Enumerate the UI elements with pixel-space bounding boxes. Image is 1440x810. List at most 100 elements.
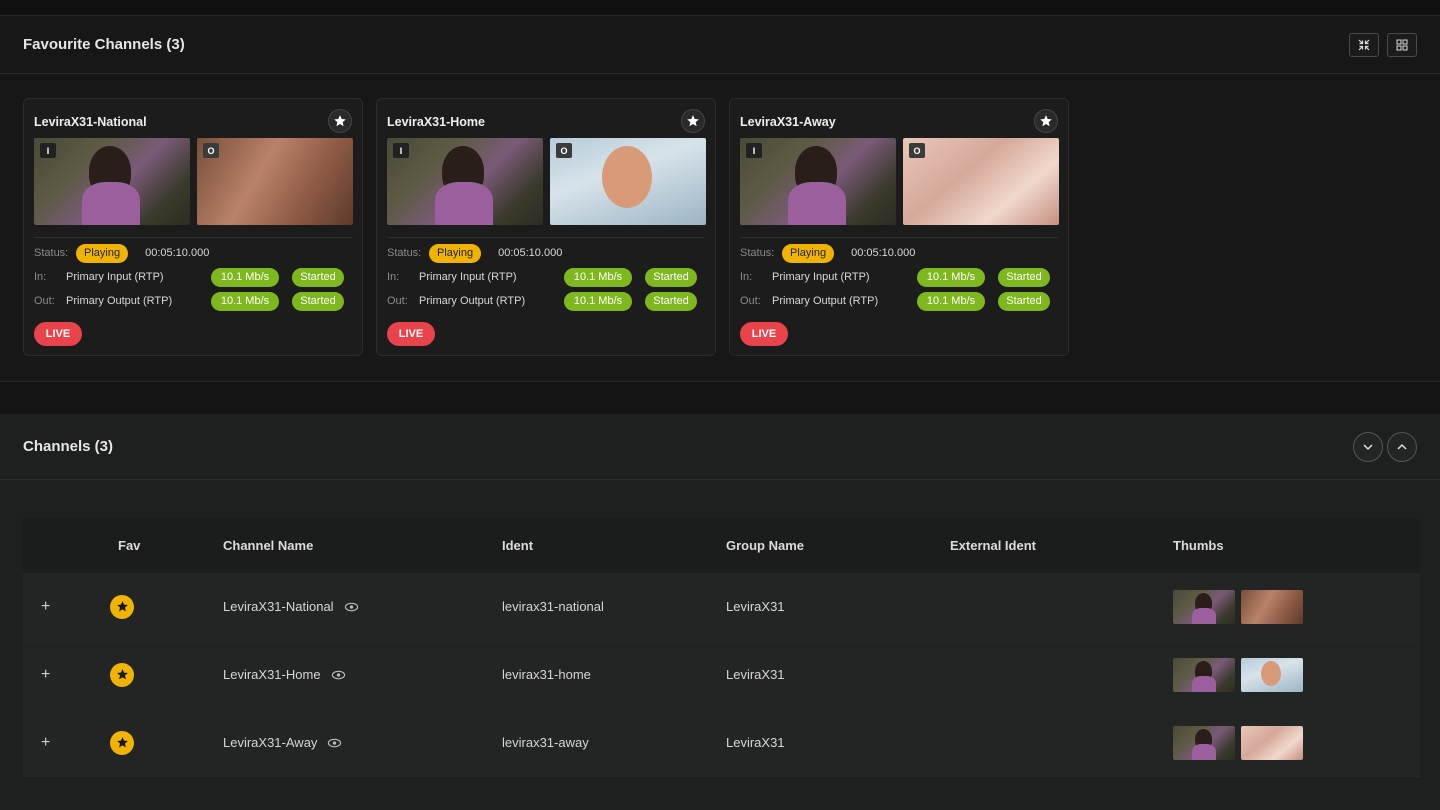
favourite-channels-section: Favourite Channels (3) LeviraX31-Nationa… <box>0 16 1440 382</box>
channels-header-actions <box>1353 431 1417 462</box>
input-mini-thumbnail[interactable] <box>1173 657 1235 692</box>
thumbs-cell <box>1173 709 1309 776</box>
status-row: Status: Playing 00:05:10.000 <box>387 243 705 263</box>
input-row: In: Primary Input (RTP) 10.1 Mb/s Starte… <box>387 267 705 287</box>
star-icon <box>116 669 128 680</box>
output-name: Primary Output (RTP) <box>66 295 173 307</box>
output-badge: O <box>909 143 925 158</box>
channel-card[interactable]: LeviraX31-Home I O Status: Playing 00:05… <box>376 98 716 356</box>
input-thumbnail[interactable]: I <box>740 138 896 225</box>
expand-all-button[interactable] <box>1353 431 1383 462</box>
column-header-channel-name[interactable]: Channel Name <box>223 518 313 573</box>
playback-time: 00:05:10.000 <box>145 247 210 259</box>
output-badge: O <box>203 143 219 158</box>
input-thumbnail[interactable]: I <box>387 138 543 225</box>
expand-row-button[interactable]: + <box>41 573 50 640</box>
live-badge: LIVE <box>387 322 435 346</box>
card-channel-name: LeviraX31-Away <box>740 115 836 129</box>
table-header: Fav Channel Name Ident Group Name Extern… <box>23 518 1420 573</box>
favourite-cards: LeviraX31-National I O Status: Playing 0… <box>23 98 1069 356</box>
thumbs-cell <box>1173 641 1309 708</box>
chevron-up-icon <box>1397 443 1407 450</box>
channels-title: Channels (3) <box>23 438 114 455</box>
favourite-toggle[interactable] <box>110 662 134 687</box>
output-thumbnail[interactable]: O <box>550 138 706 225</box>
output-name: Primary Output (RTP) <box>772 295 879 307</box>
favourite-toggle[interactable] <box>110 594 134 619</box>
channels-section: Channels (3) Fav Channel Name Ident Grou… <box>0 414 1440 810</box>
input-label: In: <box>387 271 400 283</box>
channel-card[interactable]: LeviraX31-National I O Status: Playing 0… <box>23 98 363 356</box>
output-row: Out: Primary Output (RTP) 10.1 Mb/s Star… <box>740 291 1058 311</box>
table-row[interactable]: + LeviraX31-Away levirax31-away LeviraX3… <box>23 709 1420 777</box>
column-header-thumbs[interactable]: Thumbs <box>1173 518 1224 573</box>
channel-name-cell: LeviraX31-National <box>223 573 359 640</box>
favourite-toggle[interactable] <box>110 730 134 755</box>
column-header-fav[interactable]: Fav <box>118 518 140 573</box>
group-name-cell: LeviraX31 <box>726 667 785 682</box>
channel-name[interactable]: LeviraX31-National <box>223 599 334 614</box>
channel-name-cell: LeviraX31-Home <box>223 641 346 708</box>
output-badge: O <box>556 143 572 158</box>
channels-header: Channels (3) <box>0 414 1440 480</box>
input-label: In: <box>740 271 753 283</box>
table-row[interactable]: + LeviraX31-National levirax31-national … <box>23 573 1420 641</box>
input-rate-badge: 10.1 Mb/s <box>917 267 985 287</box>
collapse-all-button[interactable] <box>1387 431 1417 462</box>
input-mini-thumbnail[interactable] <box>1173 589 1235 624</box>
expand-row-button[interactable]: + <box>41 641 50 708</box>
output-row: Out: Primary Output (RTP) 10.1 Mb/s Star… <box>34 291 352 311</box>
output-thumbnail[interactable]: O <box>903 138 1059 225</box>
status-label: Status: <box>34 247 69 259</box>
channel-name[interactable]: LeviraX31-Home <box>223 667 321 682</box>
card-thumbnails: I O <box>740 138 1059 225</box>
column-header-group-name[interactable]: Group Name <box>726 518 804 573</box>
collapse-view-button[interactable] <box>1349 32 1379 57</box>
column-header-ident[interactable]: Ident <box>502 518 533 573</box>
channel-card[interactable]: LeviraX31-Away I O Status: Playing 00:05… <box>729 98 1069 356</box>
card-thumbnails: I O <box>387 138 706 225</box>
status-row: Status: Playing 00:05:10.000 <box>740 243 1058 263</box>
star-icon <box>116 737 128 748</box>
unfavourite-button[interactable] <box>681 109 705 133</box>
eye-icon[interactable] <box>327 737 342 749</box>
eye-icon[interactable] <box>344 601 359 613</box>
output-state-badge: Started <box>292 291 344 311</box>
input-badge: I <box>746 143 762 158</box>
unfavourite-button[interactable] <box>328 109 352 133</box>
playback-time: 00:05:10.000 <box>498 247 563 259</box>
table-row[interactable]: + LeviraX31-Home levirax31-home LeviraX3… <box>23 641 1420 709</box>
output-state-badge: Started <box>998 291 1050 311</box>
expand-row-button[interactable]: + <box>41 709 50 776</box>
output-state-badge: Started <box>645 291 697 311</box>
eye-icon[interactable] <box>331 669 346 681</box>
star-icon <box>116 601 128 612</box>
unfavourite-button[interactable] <box>1034 109 1058 133</box>
input-state-badge: Started <box>292 267 344 287</box>
output-name: Primary Output (RTP) <box>419 295 526 307</box>
grid-view-button[interactable] <box>1387 32 1417 57</box>
input-mini-thumbnail[interactable] <box>1173 725 1235 760</box>
status-row: Status: Playing 00:05:10.000 <box>34 243 352 263</box>
grid-icon <box>1396 39 1408 50</box>
output-thumbnail[interactable]: O <box>197 138 353 225</box>
card-thumbnails: I O <box>34 138 353 225</box>
channel-name[interactable]: LeviraX31-Away <box>223 735 317 750</box>
input-name: Primary Input (RTP) <box>419 271 517 283</box>
input-thumbnail[interactable]: I <box>34 138 190 225</box>
ident-cell: levirax31-away <box>502 735 589 750</box>
column-header-external-ident[interactable]: External Ident <box>950 518 1036 573</box>
input-state-badge: Started <box>998 267 1050 287</box>
output-mini-thumbnail[interactable] <box>1241 589 1303 624</box>
output-mini-thumbnail[interactable] <box>1241 725 1303 760</box>
output-rate-badge: 10.1 Mb/s <box>211 291 279 311</box>
input-rate-badge: 10.1 Mb/s <box>211 267 279 287</box>
ident-cell: levirax31-national <box>502 599 604 614</box>
chevron-down-icon <box>1363 443 1373 450</box>
favourite-channels-header: Favourite Channels (3) <box>0 16 1440 74</box>
playback-time: 00:05:10.000 <box>851 247 916 259</box>
live-badge: LIVE <box>34 322 82 346</box>
output-rate-badge: 10.1 Mb/s <box>564 291 632 311</box>
input-rate-badge: 10.1 Mb/s <box>564 267 632 287</box>
output-mini-thumbnail[interactable] <box>1241 657 1303 692</box>
